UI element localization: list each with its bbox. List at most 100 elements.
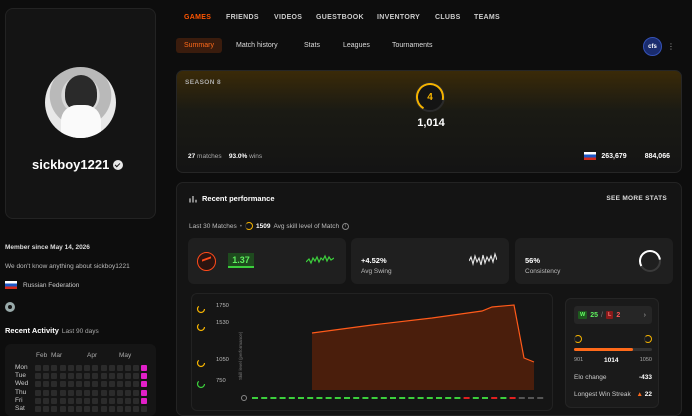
skill-chart: Skill level (performance) 1750 1530 1050… (191, 293, 553, 411)
season-stats: 27 matches 93.0% wins (188, 153, 262, 160)
nav-tab-teams[interactable]: TEAMS (474, 14, 500, 21)
subnav-tab-stats[interactable]: Stats (296, 38, 328, 53)
heatmap-cell (125, 365, 132, 371)
heatmap-cell (43, 405, 50, 412)
y-tick-label: 1750 (216, 303, 229, 309)
match-result-mark[interactable] (252, 397, 258, 399)
match-result-mark[interactable] (288, 397, 295, 399)
consistency-stat-box: 56% Consistency (515, 238, 673, 284)
avatar[interactable] (45, 67, 116, 138)
match-result-mark[interactable] (344, 397, 350, 399)
match-result-mark[interactable] (307, 397, 314, 399)
info-icon[interactable]: i (342, 222, 350, 230)
heatmap-cell (75, 389, 82, 396)
match-result-mark[interactable] (325, 397, 332, 399)
match-result-mark[interactable] (445, 397, 452, 399)
match-result-mark[interactable] (417, 397, 424, 399)
heatmap-cell (51, 381, 58, 388)
match-result-mark[interactable] (491, 397, 498, 399)
steam-icon[interactable] (5, 302, 15, 312)
heatmap-cell (43, 389, 50, 396)
match-result-mark[interactable] (334, 397, 341, 399)
match-result-mark[interactable] (509, 397, 516, 399)
match-result-mark[interactable] (380, 397, 387, 399)
country-rank: 263,679 (601, 152, 627, 160)
heatmap-cell (100, 373, 107, 380)
match-result-mark[interactable] (518, 397, 525, 399)
subnav-tab-leagues[interactable]: Leagues (335, 38, 378, 53)
chevron-right-icon[interactable]: › (644, 312, 646, 319)
swing-value: +4.52% (361, 256, 387, 265)
match-result-mark[interactable] (436, 397, 442, 399)
match-result-mark[interactable] (528, 397, 534, 399)
cfs-badge[interactable]: cfs (643, 37, 662, 56)
nav-tab-friends[interactable]: FRIENDS (226, 14, 259, 21)
day-label: Sat (15, 405, 25, 413)
match-result-mark[interactable] (399, 397, 406, 399)
match-result-mark[interactable] (463, 397, 470, 399)
heatmap-cell (108, 373, 115, 380)
heatmap-cell (43, 381, 50, 388)
nav-tab-videos[interactable]: VIDEOS (274, 14, 302, 21)
heatmap-cell (75, 397, 82, 404)
match-result-mark[interactable] (261, 397, 268, 399)
match-result-mark[interactable] (316, 397, 323, 399)
skill-area (312, 305, 534, 390)
timeline-start-icon (241, 395, 247, 401)
match-result-mark[interactable] (270, 397, 277, 399)
level-number: 4 (427, 91, 433, 103)
subnav-tab-match-history[interactable]: Match history (228, 38, 286, 53)
heatmap-cell (141, 405, 148, 412)
match-result-mark[interactable] (472, 397, 479, 399)
level-min-icon (574, 335, 582, 343)
elo-change-value: -433 (638, 374, 652, 381)
y-tick-label: 1050 (216, 357, 229, 363)
match-result-mark[interactable] (408, 397, 415, 399)
heatmap-cell (35, 373, 41, 380)
skill-chart-svg: Skill level (performance) (196, 304, 544, 401)
match-result-mark[interactable] (298, 397, 304, 399)
match-result-mark[interactable] (279, 397, 286, 399)
more-icon[interactable]: ⋮ (666, 42, 676, 52)
season-label: SEASON 8 (185, 79, 222, 86)
heatmap-cell (116, 389, 123, 396)
heatmap-cell (67, 397, 74, 404)
matches-label: matches (197, 153, 222, 160)
heatmap-cell (51, 405, 58, 412)
heatmap-cell (84, 381, 91, 388)
elo-max: 1050 (639, 357, 652, 363)
wins-count: 25 (590, 311, 598, 319)
win-loss-box[interactable]: W 25 / L 2 › (574, 306, 652, 324)
season-rank: 263,679 884,066 (584, 152, 670, 160)
match-result-mark[interactable] (353, 397, 360, 399)
heatmap-cell (59, 365, 66, 371)
consistency-label: Consistency (525, 268, 561, 275)
see-more-stats-link[interactable]: SEE MORE STATS (606, 195, 667, 202)
elo-change-row: Elo change -433 (574, 374, 652, 381)
match-result-mark[interactable] (454, 397, 461, 399)
match-result-mark[interactable] (482, 397, 488, 399)
subnav-tab-tournaments[interactable]: Tournaments (384, 38, 440, 53)
nav-tab-clubs[interactable]: CLUBS (435, 14, 461, 21)
y-axis-label: Skill level (performance) (238, 331, 243, 380)
performance-card: Recent performance SEE MORE STATS Last 3… (176, 182, 682, 416)
nav-tab-games[interactable]: GAMES (184, 14, 211, 21)
heatmap-cell (141, 381, 148, 388)
heatmap-cell (67, 373, 74, 380)
nav-tab-guestbook[interactable]: GUESTBOOK (316, 14, 364, 21)
match-result-mark[interactable] (371, 397, 378, 399)
match-result-mark[interactable] (390, 397, 396, 399)
match-result-mark[interactable] (362, 397, 369, 399)
heatmap-cell (108, 389, 115, 396)
heatmap-cell (35, 381, 41, 388)
heatmap-cell (116, 405, 123, 412)
match-result-mark[interactable] (426, 397, 433, 399)
nav-tab-inventory[interactable]: INVENTORY (377, 14, 420, 21)
subnav-tab-summary[interactable]: Summary (176, 38, 222, 53)
heatmap-cell (108, 365, 115, 371)
level-tick-icon (196, 358, 206, 368)
match-result-mark[interactable] (500, 397, 507, 399)
consistency-ring (639, 250, 661, 272)
swing-sparkline (469, 252, 497, 267)
match-result-mark[interactable] (537, 397, 544, 399)
